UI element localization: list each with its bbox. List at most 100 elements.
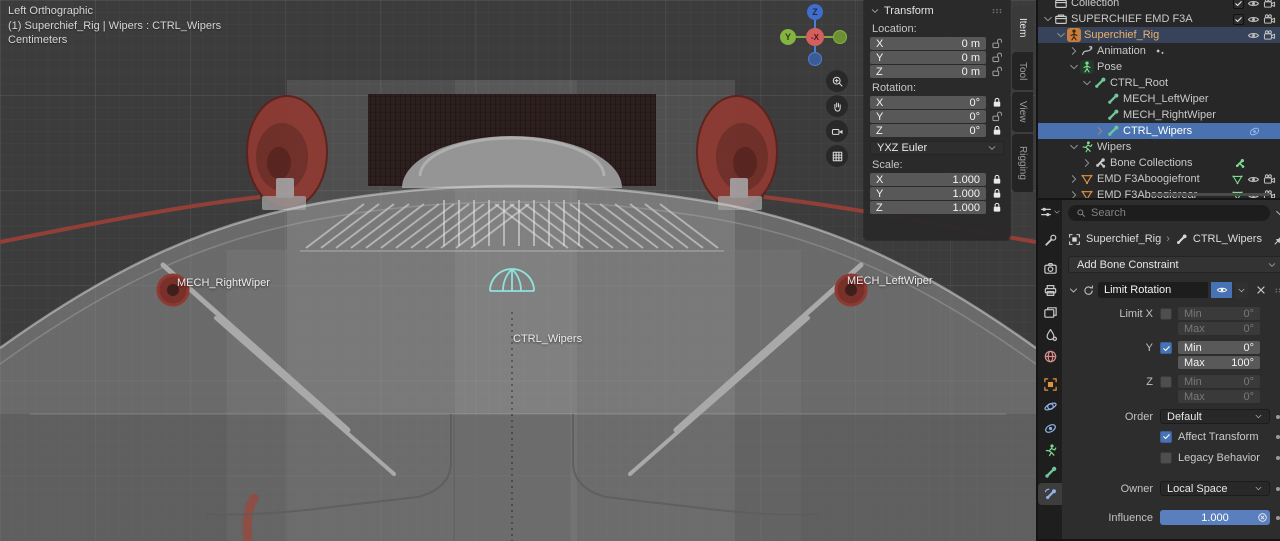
3d-viewport[interactable]: Left Orthographic (1) Superchief_Rig | W…	[0, 0, 1036, 541]
eye-icon[interactable]	[1247, 13, 1260, 26]
clear-influence-icon[interactable]	[1257, 512, 1268, 523]
animate-dot[interactable]	[1270, 455, 1280, 460]
lock-open-icon[interactable]	[990, 65, 1004, 78]
rotation-mode-dropdown[interactable]: YXZ Euler	[870, 141, 1004, 155]
constraint-enable-toggle[interactable]	[1211, 282, 1232, 298]
location-y-field[interactable]: Y 0 m	[870, 51, 986, 64]
sidebar-tab-view[interactable]: View	[1012, 92, 1033, 132]
legacy-behavior-checkbox[interactable]	[1160, 451, 1172, 464]
outliner-row-mech-leftwiper[interactable]: MECH_LeftWiper	[1038, 91, 1280, 107]
limit-checkbox[interactable]	[1160, 342, 1172, 354]
constraint-name-field[interactable]: Limit Rotation	[1098, 282, 1208, 298]
outliner-row-collection[interactable]: Collection	[1038, 0, 1280, 11]
eye-icon[interactable]	[1247, 173, 1260, 186]
properties-tab-output[interactable]	[1038, 279, 1062, 301]
owner-dropdown[interactable]: Local Space	[1160, 481, 1270, 496]
properties-tab-physics[interactable]	[1038, 395, 1062, 417]
max-field[interactable]: Max 100°	[1178, 356, 1260, 369]
gizmo-axis-neg-z[interactable]	[808, 52, 822, 66]
editor-type-selector[interactable]	[1039, 205, 1061, 219]
eye-icon[interactable]	[1247, 29, 1260, 42]
outliner-row-ctrl-root[interactable]: CTRL_Root	[1038, 75, 1280, 91]
camera-icon[interactable]	[1263, 173, 1276, 186]
influence-slider[interactable]: 1.000	[1160, 510, 1270, 525]
chevron-down-icon[interactable]	[1068, 285, 1079, 296]
outliner-row-mech-rightwiper[interactable]: MECH_RightWiper	[1038, 107, 1280, 123]
camera-icon[interactable]	[1263, 29, 1276, 42]
rotation-x-field[interactable]: X 0°	[870, 96, 986, 109]
grip-icon[interactable]	[990, 4, 1004, 18]
lock-closed-icon[interactable]	[990, 124, 1004, 137]
gizmo-axis-y[interactable]: Y	[780, 29, 796, 45]
transform-panel-header[interactable]: Transform	[870, 3, 1004, 19]
toggle-ortho-icon[interactable]	[826, 145, 848, 167]
breadcrumb-object[interactable]: Superchief_Rig	[1086, 233, 1161, 245]
lock-open-icon[interactable]	[990, 51, 1004, 64]
min-field[interactable]: Min 0°	[1178, 375, 1260, 388]
scale-x-field[interactable]: X 1.000	[870, 173, 986, 186]
gizmo-axis-z[interactable]: Z	[807, 4, 823, 20]
properties-tab-object-data[interactable]	[1038, 439, 1062, 461]
outliner-row-animation[interactable]: Animation	[1038, 43, 1280, 59]
lock-closed-icon[interactable]	[990, 201, 1004, 214]
properties-tab-object[interactable]	[1038, 373, 1062, 395]
rotation-z-field[interactable]: Z 0°	[870, 124, 986, 137]
options-chevron-icon[interactable]	[1274, 207, 1280, 219]
limit-checkbox[interactable]	[1160, 376, 1172, 388]
camera-icon[interactable]	[1263, 13, 1276, 26]
constraint-extras-dropdown[interactable]	[1235, 282, 1248, 298]
properties-tab-scene[interactable]	[1038, 323, 1062, 345]
lock-closed-icon[interactable]	[990, 187, 1004, 200]
animate-dot[interactable]	[1270, 515, 1280, 520]
outliner-row-emd-f3aboogiefront[interactable]: EMD F3Aboogiefront	[1038, 171, 1280, 187]
max-field[interactable]: Max 0°	[1178, 390, 1260, 403]
lock-closed-icon[interactable]	[990, 173, 1004, 186]
sidebar-tab-tool[interactable]: Tool	[1012, 52, 1033, 90]
lock-closed-icon[interactable]	[990, 96, 1004, 109]
animate-dot[interactable]	[1270, 414, 1280, 419]
properties-tab-bone[interactable]	[1038, 461, 1062, 483]
pin-icon[interactable]	[1273, 233, 1280, 246]
navigation-gizmo[interactable]: Z Y -X	[776, 2, 848, 74]
outliner-row-superchief-emd-f3a[interactable]: SUPERCHIEF EMD F3A	[1038, 11, 1280, 27]
breadcrumb-bone[interactable]: CTRL_Wipers	[1193, 233, 1262, 245]
scale-z-field[interactable]: Z 1.000	[870, 201, 986, 214]
move-view-icon[interactable]	[826, 95, 848, 117]
limit-checkbox[interactable]	[1160, 308, 1172, 320]
order-dropdown[interactable]: Default	[1160, 409, 1270, 424]
outliner-scrollbar[interactable]	[1150, 193, 1270, 196]
affect-transform-checkbox[interactable]	[1160, 430, 1172, 443]
eye-icon[interactable]	[1247, 0, 1260, 10]
sidebar-tab-item[interactable]: Item	[1012, 6, 1033, 50]
animate-dot[interactable]	[1270, 486, 1280, 491]
gizmo-axis-neg-x[interactable]: -X	[806, 28, 824, 46]
location-z-field[interactable]: Z 0 m	[870, 65, 986, 78]
sidebar-tab-rigging[interactable]: Rigging	[1012, 134, 1033, 192]
outliner-editor[interactable]: Collection SUPERCHIEF EMD F3A Superchief_R…	[1038, 0, 1280, 200]
lock-open-icon[interactable]	[990, 37, 1004, 50]
visibility-checkbox[interactable]	[1233, 13, 1244, 25]
properties-tab-bone-constraint[interactable]	[1038, 483, 1062, 505]
zoom-tool-icon[interactable]	[826, 70, 848, 92]
outliner-row-wipers[interactable]: Wipers	[1038, 139, 1280, 155]
animate-dot[interactable]	[1270, 434, 1280, 439]
constraint-grip-icon[interactable]	[1273, 284, 1280, 297]
visibility-checkbox[interactable]	[1233, 0, 1244, 9]
min-field[interactable]: Min 0°	[1178, 341, 1260, 354]
properties-tab-view-layer[interactable]	[1038, 301, 1062, 323]
camera-view-icon[interactable]	[826, 120, 848, 142]
constraint-delete-button[interactable]	[1254, 283, 1268, 297]
location-x-field[interactable]: X 0 m	[870, 37, 986, 50]
properties-tab-render[interactable]	[1038, 257, 1062, 279]
add-bone-constraint-button[interactable]: Add Bone Constraint	[1068, 256, 1280, 273]
camera-icon[interactable]	[1263, 0, 1276, 10]
properties-tab-object-constraints[interactable]	[1038, 417, 1062, 439]
properties-tab-world[interactable]	[1038, 345, 1062, 367]
scale-y-field[interactable]: Y 1.000	[870, 187, 986, 200]
properties-tab-tool[interactable]	[1038, 229, 1062, 251]
min-field[interactable]: Min 0°	[1178, 307, 1260, 320]
outliner-row-superchief-rig[interactable]: Superchief_Rig	[1038, 27, 1280, 43]
outliner-row-ctrl-wipers[interactable]: CTRL_Wipers	[1038, 123, 1280, 139]
outliner-row-pose[interactable]: Pose	[1038, 59, 1280, 75]
rotation-y-field[interactable]: Y 0°	[870, 110, 986, 123]
